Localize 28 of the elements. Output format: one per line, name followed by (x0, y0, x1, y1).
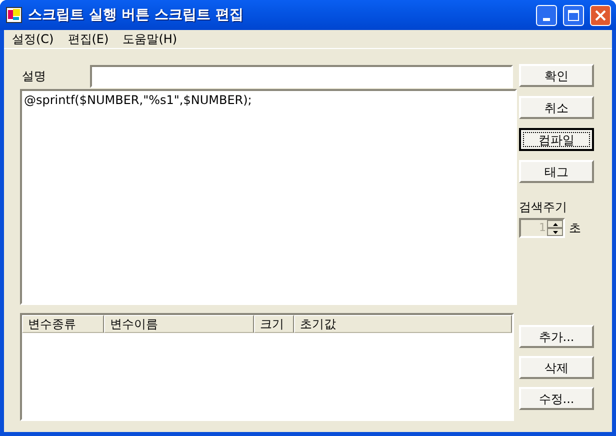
menu-item[interactable]: 편집(E) (62, 30, 114, 48)
menu-item[interactable]: 도움말(H) (118, 30, 182, 48)
dialog-button[interactable]: 취소 (519, 96, 594, 119)
column-header[interactable]: 변수이름 (104, 315, 254, 333)
script-editor[interactable]: @sprintf($NUMBER,"%s1",$NUMBER); (20, 89, 517, 305)
field-label: 검색주기 (519, 199, 568, 216)
unit-label: 초 (569, 220, 581, 237)
menu-item[interactable]: 설정(C) (7, 30, 59, 48)
column-header[interactable]: 크기 (254, 315, 294, 333)
field-label: 설명 (21, 68, 47, 85)
window-title: 스크립트 실행 버튼 스크립트 편집 (28, 6, 244, 24)
variable-list[interactable]: 변수종류 변수이름 크기 초기값 (20, 313, 514, 421)
close-button[interactable] (590, 4, 611, 26)
dialog-button[interactable]: 확인 (519, 64, 594, 87)
column-header[interactable]: 초기값 (294, 315, 512, 333)
description-field[interactable] (90, 64, 513, 88)
column-header[interactable]: 변수종류 (22, 315, 104, 333)
dialog-button[interactable]: 추가... (519, 325, 594, 348)
maximize-button[interactable] (563, 4, 584, 26)
close-icon (595, 10, 606, 20)
dialog-button[interactable]: 컴파일 (519, 128, 594, 151)
minimize-icon (543, 18, 550, 20)
app-icon (6, 7, 22, 23)
minimize-button[interactable] (536, 4, 557, 26)
dialog-button[interactable]: 태그 (519, 160, 594, 183)
dialog-button[interactable]: 삭제 (519, 356, 594, 379)
dialog-button[interactable]: 수정... (519, 387, 594, 410)
maximize-icon (568, 10, 579, 20)
